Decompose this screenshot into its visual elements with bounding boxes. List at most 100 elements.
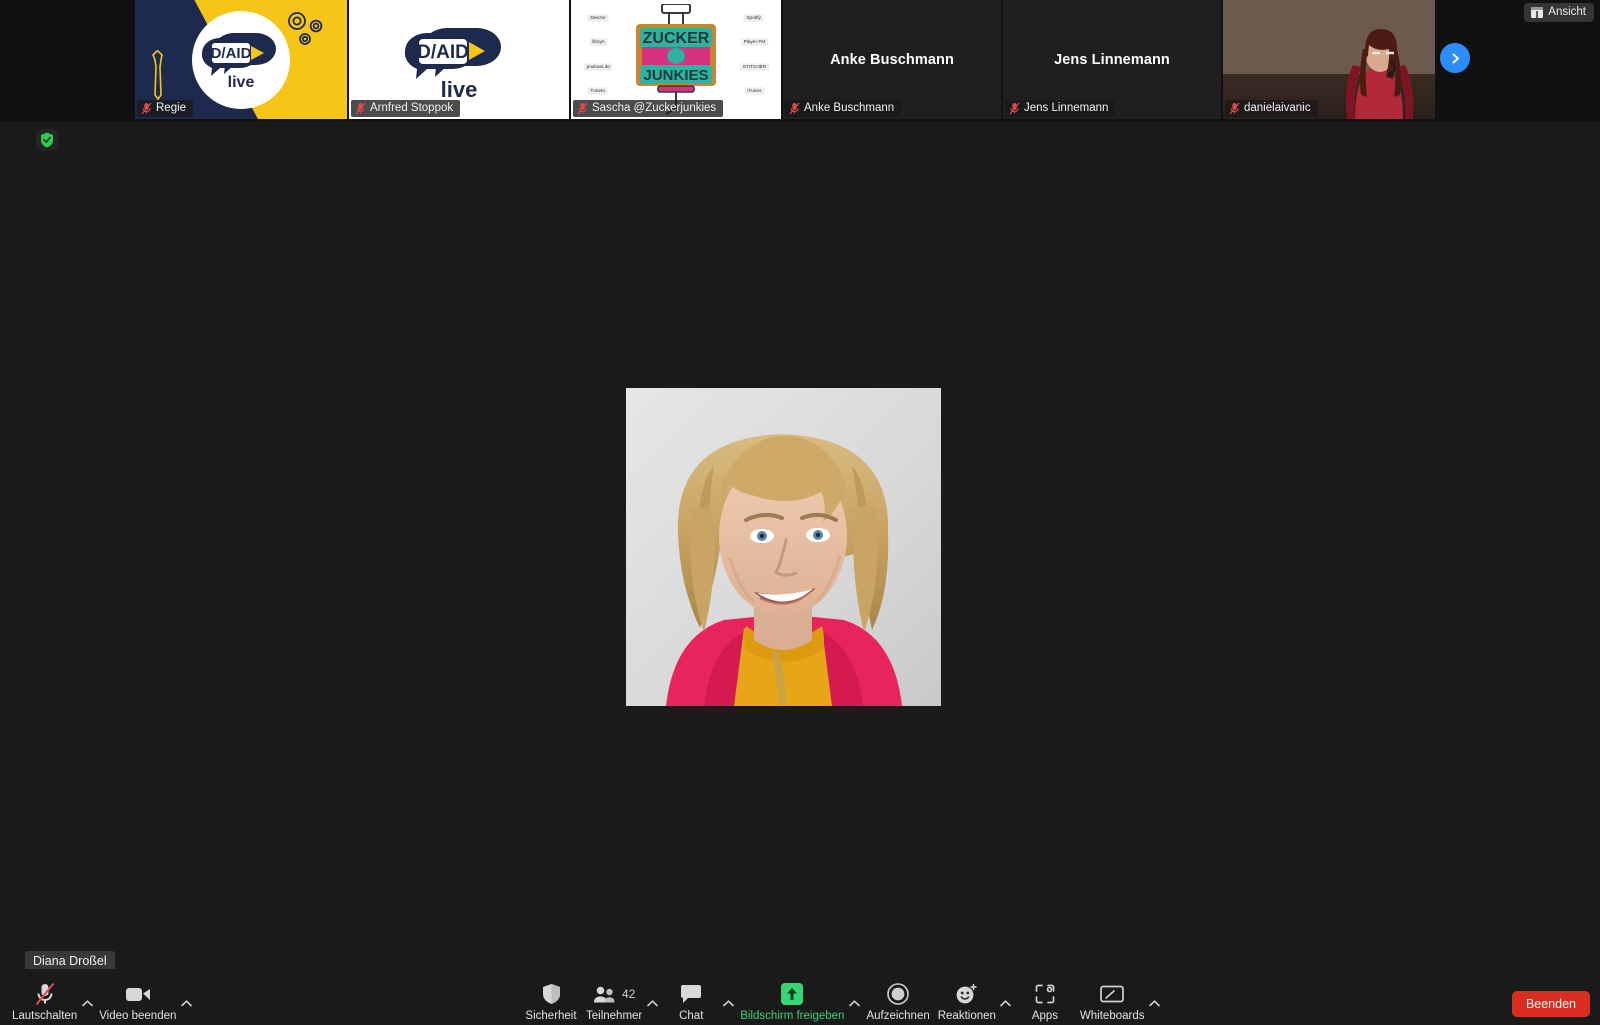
diaid-logo-badge: D/AID live bbox=[192, 10, 290, 109]
platform-badge: Spotify bbox=[743, 14, 765, 22]
microphone-muted-icon bbox=[577, 102, 588, 115]
share-screen-icon bbox=[781, 981, 804, 1007]
tile-name-label: Arnfred Stoppok bbox=[351, 100, 461, 117]
whiteboards-button-label: Whiteboards bbox=[1079, 1010, 1145, 1022]
platform-badge: TuneIn bbox=[587, 87, 609, 95]
stop-video-button-label: Video beenden bbox=[99, 1010, 177, 1022]
participants-icon: 42 bbox=[593, 981, 635, 1007]
chevron-up-icon bbox=[1149, 1000, 1160, 1007]
security-button[interactable]: Sicherheit bbox=[520, 981, 582, 1023]
participant-filmstrip: D/AID live Regie D/AID live Arnfred Stop… bbox=[0, 0, 1600, 121]
shield-check-icon bbox=[41, 132, 53, 148]
tile-participant-name: Jens Linnemann bbox=[1024, 102, 1109, 114]
platform-badge: Player FM bbox=[740, 38, 768, 47]
zuckerjunkies-bottom-text: JUNKIES bbox=[643, 67, 708, 84]
share-screen-button-label: Bildschirm freigeben bbox=[740, 1010, 845, 1022]
chevron-up-icon bbox=[722, 1000, 734, 1007]
platform-badge: iTunes bbox=[744, 87, 764, 95]
unmute-button-label: Lautschalten bbox=[12, 1010, 78, 1022]
chevron-up-icon bbox=[81, 1000, 93, 1007]
platform-badge: Deezer bbox=[587, 14, 609, 22]
chat-button[interactable]: Chat bbox=[660, 981, 722, 1023]
tile-name-label: Regie bbox=[137, 100, 194, 117]
tile-video-person bbox=[1345, 29, 1414, 119]
reactions-button-label: Reaktionen bbox=[937, 1010, 996, 1022]
tile-center-name: Anke Buschmann bbox=[830, 51, 954, 68]
microphone-muted-icon bbox=[355, 102, 366, 115]
chevron-up-icon bbox=[1000, 1000, 1012, 1007]
toolbar-center-group: Sicherheit 42 Teilnehmer Chat Bildschirm… bbox=[520, 981, 1162, 1023]
tile-participant-name: Regie bbox=[156, 102, 187, 114]
active-speaker-photo[interactable] bbox=[626, 388, 941, 706]
audio-options-chevron[interactable] bbox=[79, 1000, 95, 1007]
diaid-logo-subtext: live bbox=[441, 77, 478, 102]
apps-icon bbox=[1035, 981, 1055, 1007]
chat-icon bbox=[680, 981, 702, 1007]
tile-participant-name: Sascha @Zuckerjunkies bbox=[592, 102, 717, 114]
whiteboards-options-chevron[interactable] bbox=[1146, 1000, 1162, 1007]
microphone-muted-icon bbox=[1229, 102, 1240, 115]
video-tile-danielaivanic[interactable]: danielaivanic bbox=[1223, 0, 1435, 119]
end-meeting-button[interactable]: Beenden bbox=[1511, 991, 1590, 1017]
diaid-live-logo: D/AID live bbox=[404, 28, 501, 102]
stop-video-button[interactable]: Video beenden bbox=[95, 981, 180, 1023]
participants-options-chevron[interactable] bbox=[644, 1000, 660, 1007]
zoom-meeting-window: D/AID live Regie D/AID live Arnfred Stop… bbox=[0, 0, 1600, 1025]
encryption-status-badge[interactable] bbox=[36, 129, 58, 151]
meeting-toolbar: Lautschalten Video beenden Sicherheit 42… bbox=[0, 969, 1600, 1025]
record-button[interactable]: Aufzeichnen bbox=[862, 981, 933, 1023]
video-options-chevron[interactable] bbox=[178, 1000, 194, 1007]
tile-participant-name: danielaivanic bbox=[1244, 102, 1311, 114]
tile-participant-name: Anke Buschmann bbox=[804, 102, 895, 114]
tile-name-label: Anke Buschmann bbox=[785, 100, 902, 117]
microphone-muted-icon bbox=[1009, 102, 1020, 115]
record-button-label: Aufzeichnen bbox=[866, 1010, 930, 1022]
diaid-logo-text: D/AID bbox=[211, 45, 252, 62]
tile-participant-name: Arnfred Stoppok bbox=[370, 102, 454, 114]
self-view-name-chip: Diana Droßel bbox=[25, 951, 115, 971]
chevron-up-icon bbox=[646, 1000, 658, 1007]
view-button-label: Ansicht bbox=[1548, 6, 1586, 18]
tile-name-label: danielaivanic bbox=[1225, 100, 1318, 117]
reactions-icon bbox=[955, 981, 978, 1007]
video-tile-sascha-zuckerjunkies[interactable]: Deezer libsyn podcast.de TuneIn Spotify … bbox=[571, 0, 781, 119]
video-tile-jens-linnemann[interactable]: Jens Linnemann Jens Linnemann bbox=[1003, 0, 1221, 119]
platform-badge: libsyn bbox=[589, 38, 607, 47]
chevron-up-icon bbox=[181, 1000, 192, 1007]
unmute-button[interactable]: Lautschalten bbox=[8, 981, 81, 1023]
diaid-live-logo: D/AID live bbox=[201, 32, 276, 91]
diaid-logo-subtext: live bbox=[228, 74, 255, 91]
filmstrip-tiles: D/AID live Regie D/AID live Arnfred Stop… bbox=[135, 0, 1435, 119]
microphone-muted-icon bbox=[35, 981, 55, 1007]
filmstrip-next-page-button[interactable] bbox=[1440, 43, 1470, 73]
chat-button-label: Chat bbox=[679, 1010, 704, 1022]
gears-icon bbox=[288, 12, 323, 45]
participants-count: 42 bbox=[621, 987, 636, 1001]
zuckerjunkies-logo: ZUCKER JUNKIES bbox=[636, 3, 716, 115]
chevron-right-icon bbox=[1452, 53, 1459, 63]
apps-button-label: Apps bbox=[1031, 1010, 1059, 1022]
whiteboard-icon bbox=[1100, 981, 1125, 1007]
zuckerjunkies-top-text: ZUCKER bbox=[643, 30, 710, 47]
video-tile-regie[interactable]: D/AID live Regie bbox=[135, 0, 347, 119]
chat-options-chevron[interactable] bbox=[720, 1000, 736, 1007]
toolbar-left-group: Lautschalten Video beenden bbox=[8, 981, 194, 1023]
share-screen-button[interactable]: Bildschirm freigeben bbox=[736, 981, 848, 1023]
apps-button[interactable]: Apps bbox=[1014, 981, 1076, 1023]
meeting-stage: Diana Droßel bbox=[0, 121, 1600, 1025]
chevron-up-icon bbox=[849, 1000, 860, 1007]
video-tile-arnfred-stoppok[interactable]: D/AID live Arnfred Stoppok bbox=[349, 0, 569, 119]
reactions-button[interactable]: Reaktionen bbox=[934, 981, 1000, 1023]
camera-icon bbox=[125, 981, 151, 1007]
participants-button[interactable]: 42 Teilnehmer bbox=[582, 981, 646, 1023]
share-options-chevron[interactable] bbox=[846, 1000, 862, 1007]
platform-badge: STITCHER bbox=[739, 62, 769, 71]
whiteboards-button[interactable]: Whiteboards bbox=[1076, 981, 1149, 1023]
platform-badge: podcast.de bbox=[583, 62, 613, 71]
active-speaker-portrait-image bbox=[626, 388, 941, 706]
reactions-options-chevron[interactable] bbox=[998, 1000, 1014, 1007]
view-layout-button[interactable]: Ansicht bbox=[1524, 3, 1594, 22]
video-tile-anke-buschmann[interactable]: Anke Buschmann Anke Buschmann bbox=[783, 0, 1001, 119]
grid-view-icon bbox=[1531, 6, 1544, 18]
podcast-platforms-right: Spotify Player FM STITCHER iTunes bbox=[733, 6, 775, 103]
